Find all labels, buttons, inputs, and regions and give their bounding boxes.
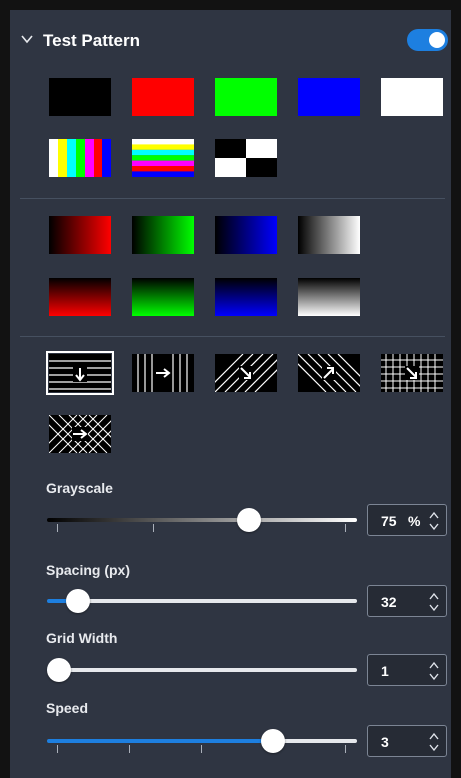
- pattern-crosshatch-right[interactable]: [49, 415, 111, 453]
- grid-width-slider-track[interactable]: [47, 668, 357, 672]
- grayscale-input[interactable]: 75 %: [367, 504, 447, 536]
- swatch-black[interactable]: [49, 78, 111, 116]
- pattern-diagonal-up-right[interactable]: [298, 354, 360, 392]
- spacing-value: 32: [381, 594, 397, 610]
- swatch-gradient-white-horizontal[interactable]: [298, 216, 360, 254]
- divider: [20, 336, 445, 337]
- section-title: Test Pattern: [43, 31, 140, 50]
- swatch-white[interactable]: [381, 78, 443, 116]
- speed-label: Speed: [46, 700, 89, 716]
- grayscale-unit: %: [408, 513, 421, 529]
- toggle-knob: [429, 32, 445, 48]
- divider: [20, 198, 445, 199]
- pattern-horizontal-lines-down[interactable]: [46, 351, 114, 395]
- spacing-label: Spacing (px): [46, 562, 131, 578]
- spacing-slider-track[interactable]: [47, 599, 357, 603]
- spin-arrows-icon[interactable]: [428, 591, 440, 613]
- swatch-gradient-red-horizontal[interactable]: [49, 216, 111, 254]
- speed-input[interactable]: 3: [367, 725, 447, 757]
- swatch-red[interactable]: [132, 78, 194, 116]
- swatch-horizontal-bars[interactable]: [132, 139, 194, 177]
- grid-width-value: 1: [381, 663, 389, 679]
- grid-width-label: Grid Width: [46, 630, 118, 646]
- swatch-gradient-green-horizontal[interactable]: [132, 216, 194, 254]
- grayscale-slider-thumb[interactable]: [236, 508, 261, 532]
- swatch-gradient-blue-horizontal[interactable]: [215, 216, 277, 254]
- test-pattern-panel: Test Pattern Grayscale 75 % Spacing (px)…: [10, 10, 451, 778]
- grayscale-label: Grayscale: [46, 480, 113, 496]
- swatch-gradient-white-vertical[interactable]: [298, 278, 360, 316]
- section-header[interactable]: Test Pattern: [10, 28, 451, 56]
- swatch-gradient-blue-vertical[interactable]: [215, 278, 277, 316]
- swatch-gradient-red-vertical[interactable]: [49, 278, 111, 316]
- grayscale-ticks: [47, 524, 357, 532]
- spin-arrows-icon[interactable]: [428, 510, 440, 532]
- grayscale-slider-track[interactable]: [47, 518, 357, 522]
- grayscale-value: 75: [381, 513, 397, 529]
- swatch-color-bars[interactable]: [49, 139, 111, 177]
- spin-arrows-icon[interactable]: [428, 660, 440, 682]
- spin-arrows-icon[interactable]: [428, 731, 440, 753]
- swatch-gradient-green-vertical[interactable]: [132, 278, 194, 316]
- chevron-down-icon[interactable]: [20, 32, 34, 46]
- spacing-slider-thumb[interactable]: [66, 589, 90, 613]
- speed-ticks: [47, 745, 357, 753]
- spacing-input[interactable]: 32: [367, 585, 447, 617]
- test-pattern-toggle[interactable]: [407, 29, 448, 51]
- pattern-grid-down-right[interactable]: [381, 354, 443, 392]
- grid-width-slider-thumb[interactable]: [47, 658, 72, 682]
- grid-width-input[interactable]: 1: [367, 654, 447, 686]
- speed-value: 3: [381, 734, 389, 750]
- pattern-diagonal-down-right[interactable]: [215, 354, 277, 392]
- swatch-blue[interactable]: [298, 78, 360, 116]
- swatch-checkerboard[interactable]: [215, 139, 277, 177]
- speed-slider-track[interactable]: [47, 739, 357, 743]
- pattern-vertical-lines-right[interactable]: [132, 354, 194, 392]
- swatch-green[interactable]: [215, 78, 277, 116]
